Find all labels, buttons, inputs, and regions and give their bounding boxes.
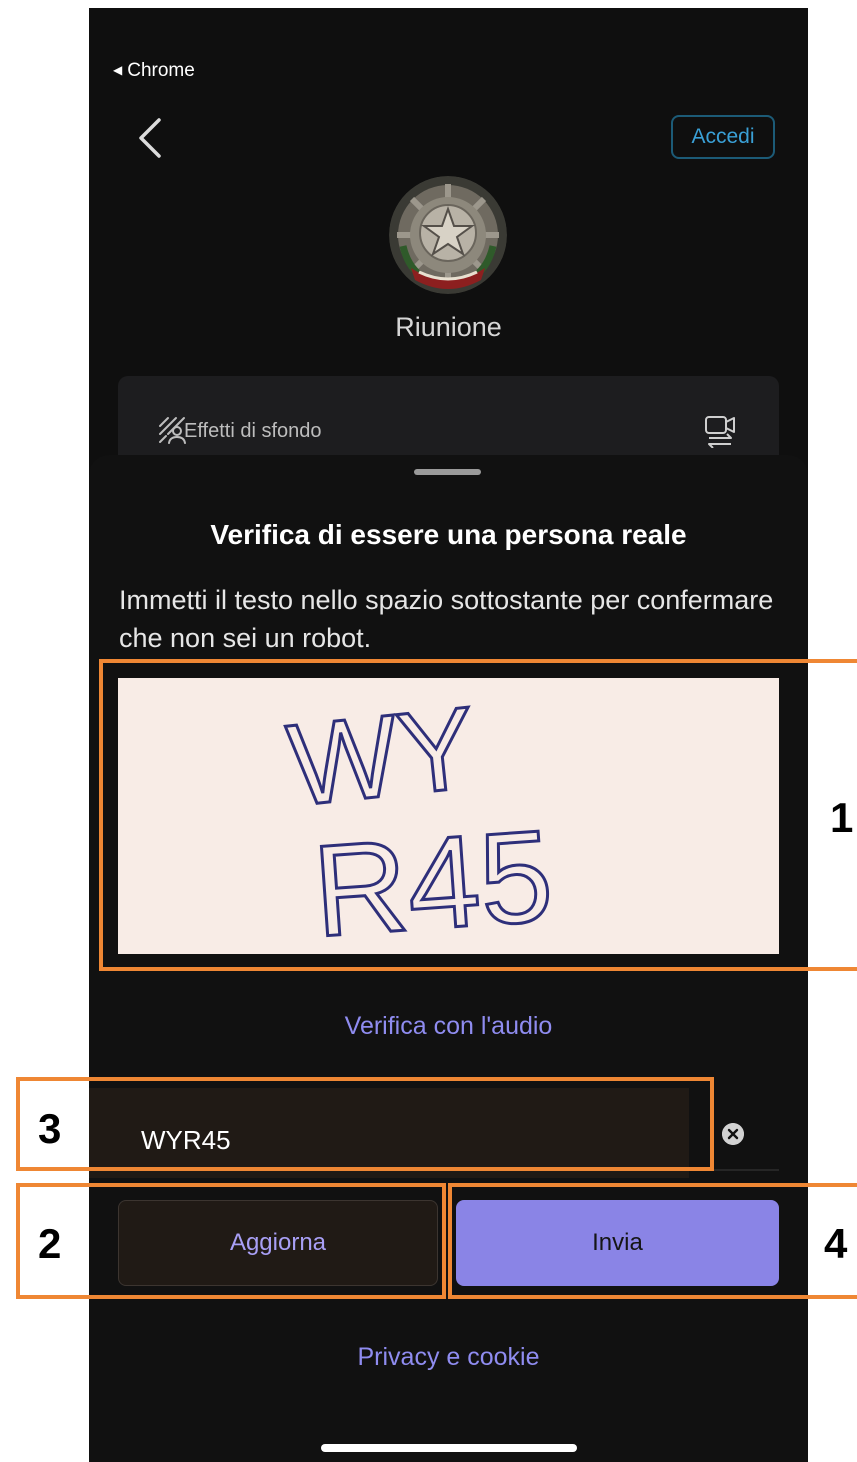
annotation-box-3: [16, 1077, 714, 1171]
annotation-box-4: [448, 1183, 857, 1299]
background-effects-icon: [159, 417, 186, 444]
back-app-label: Chrome: [127, 60, 195, 81]
signin-button[interactable]: Accedi: [671, 115, 775, 159]
back-triangle-icon: ◀: [113, 63, 123, 77]
sheet-title: Verifica di essere una persona reale: [210, 519, 687, 550]
annotation-label-4: 4: [824, 1220, 848, 1267]
clear-input-icon[interactable]: [722, 1123, 744, 1145]
annotation-label-1: 1: [830, 794, 854, 841]
annotation-label-2: 2: [38, 1220, 62, 1267]
sheet-description: Immetti il testo nello spazio sottostant…: [119, 585, 774, 653]
annotation-label-3: 3: [38, 1105, 62, 1152]
back-chevron-icon[interactable]: [133, 116, 167, 160]
meeting-title: Riunione: [395, 312, 502, 342]
background-effects-label: Effetti di sfondo: [184, 420, 322, 442]
annotation-box-1: [99, 659, 857, 971]
emblem-logo: [389, 176, 507, 294]
annotation-box-2: [16, 1183, 446, 1299]
switch-camera-icon[interactable]: [703, 414, 739, 448]
privacy-cookies-link[interactable]: Privacy e cookie: [89, 1343, 808, 1372]
audio-verification-link[interactable]: Verifica con l'audio: [89, 1012, 808, 1041]
home-indicator[interactable]: [321, 1444, 577, 1452]
back-to-app-link[interactable]: ◀ Chrome: [113, 60, 195, 82]
sheet-drag-handle[interactable]: [414, 469, 481, 475]
